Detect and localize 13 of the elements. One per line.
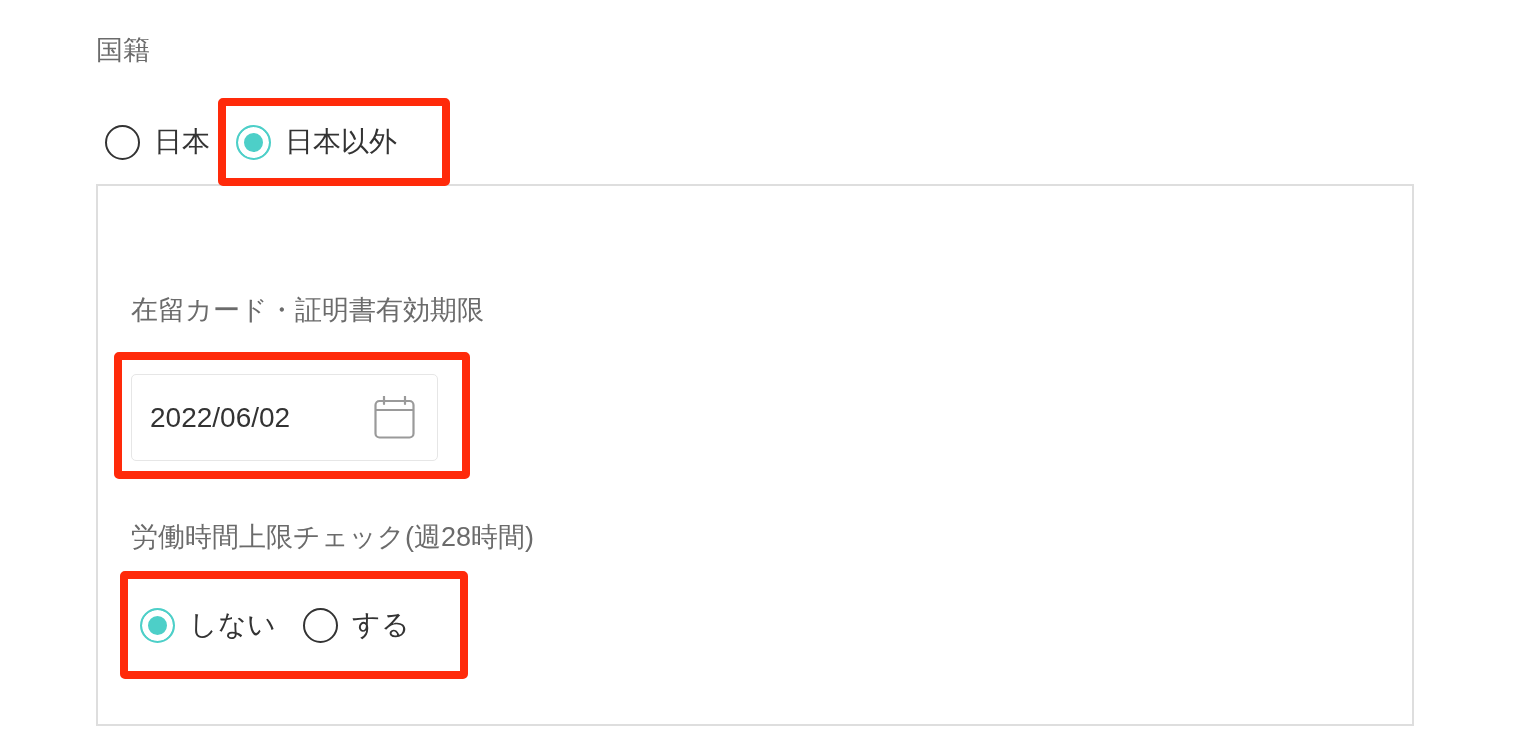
radio-circle-icon[interactable] — [236, 124, 271, 160]
field-label: 国籍 — [96, 34, 150, 67]
radio-circle-icon[interactable] — [140, 607, 175, 643]
field-label: 労働時間上限チェック(週28時間) — [131, 521, 534, 554]
radio-circle-icon[interactable] — [303, 607, 338, 643]
radio-option[interactable]: しない — [140, 605, 276, 645]
radio-circle-icon[interactable] — [105, 124, 140, 160]
field-label: 在留カード・証明書有効期限 — [131, 294, 484, 327]
radio-option[interactable]: 日本以外 — [236, 122, 397, 162]
radio-option[interactable]: 日本 — [105, 122, 210, 162]
calendar-icon[interactable] — [374, 396, 415, 439]
date-field[interactable]: 2022/06/02 — [131, 374, 438, 461]
radio-option[interactable]: する — [303, 605, 410, 645]
